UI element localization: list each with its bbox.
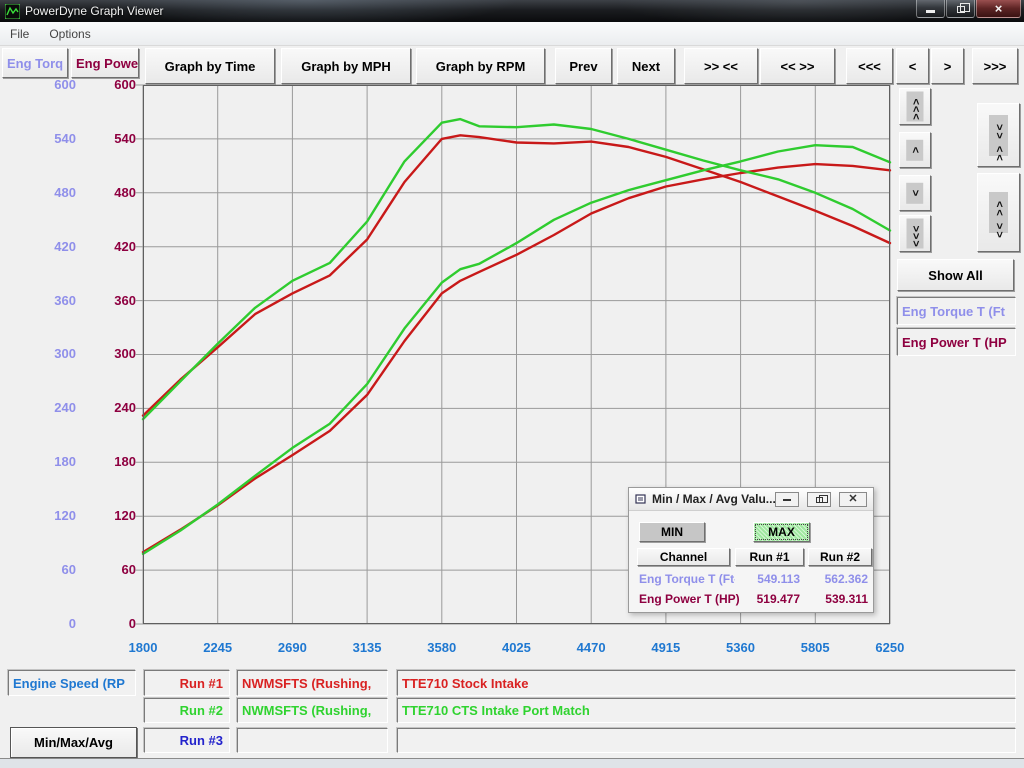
triple-chevron-down-icon: >>>: [907, 219, 924, 249]
x-tick-label: 5360: [723, 640, 759, 655]
y-axis-right-labels: 600540480420360300240180120600: [60, 78, 136, 631]
minmax-window: Min / Max / Avg Valu... ✕ MIN MAX Channe…: [628, 487, 874, 613]
minmaxavg-button[interactable]: Min/Max/Avg: [10, 727, 137, 758]
y-tick-label: 120: [60, 509, 136, 523]
restore-icon: [816, 497, 823, 503]
pan-up-fast-button[interactable]: <<<: [899, 88, 931, 125]
graph-by-rpm-button[interactable]: Graph by RPM: [416, 48, 545, 84]
zoom-in-x-button[interactable]: >> <<: [684, 48, 758, 84]
y-tick-label: 420: [60, 240, 136, 254]
scroll-far-right-button[interactable]: >>>: [972, 48, 1018, 84]
menu-file[interactable]: File: [0, 27, 39, 41]
minmax-value: 562.362: [808, 572, 868, 586]
y-tick-label: 360: [60, 294, 136, 308]
y-tick-label: 240: [60, 401, 136, 415]
y-tick-label: 300: [60, 347, 136, 361]
pan-down-button[interactable]: >: [899, 175, 931, 211]
x-tick-label: 1800: [125, 640, 161, 655]
minimize-button[interactable]: [916, 0, 945, 18]
x-tick-label: 4915: [648, 640, 684, 655]
x-tick-label: 4470: [573, 640, 609, 655]
min-toggle-button[interactable]: MIN: [639, 522, 705, 542]
chevrons-diverge-icon: << >>: [989, 192, 1008, 233]
minimize-icon: [926, 10, 935, 13]
x-tick-label: 5805: [797, 640, 833, 655]
minmax-title-bar[interactable]: Min / Max / Avg Valu... ✕: [629, 488, 873, 511]
x-channel-label: Engine Speed (RP: [8, 670, 136, 696]
scroll-right-button[interactable]: >: [931, 48, 964, 84]
minmax-close-button[interactable]: ✕: [839, 492, 867, 507]
chevron-down-icon: >: [907, 182, 924, 203]
minmax-value: 539.311: [808, 592, 868, 606]
pan-up-button[interactable]: <: [899, 132, 931, 168]
y-tick-label: 60: [60, 563, 136, 577]
minmax-header-run2[interactable]: Run #2: [808, 548, 872, 566]
prev-button[interactable]: Prev: [555, 48, 612, 84]
minmax-minimize-button[interactable]: [775, 492, 799, 507]
zoom-out-x-button[interactable]: << >>: [760, 48, 835, 84]
run1-description-field[interactable]: TTE710 Stock Intake: [397, 670, 1016, 696]
run2-file-field[interactable]: NWMSFTS (Rushing,: [237, 698, 388, 723]
minmax-header-channel[interactable]: Channel: [637, 548, 730, 566]
zoom-in-y-button[interactable]: >> <<: [977, 103, 1020, 167]
minmax-window-icon: [635, 493, 647, 505]
menu-options[interactable]: Options: [39, 27, 100, 41]
y-tick-label: 0: [60, 617, 136, 631]
close-button[interactable]: ×: [976, 0, 1021, 18]
scroll-left-button[interactable]: <: [896, 48, 929, 84]
chevrons-converge-icon: >> <<: [989, 115, 1008, 156]
pan-down-fast-button[interactable]: >>>: [899, 215, 931, 252]
restore-icon: [957, 6, 965, 13]
next-button[interactable]: Next: [617, 48, 675, 84]
run3-description-field[interactable]: [397, 728, 1016, 753]
y-tick-label: 600: [60, 78, 136, 92]
x-tick-label: 2690: [274, 640, 310, 655]
chevron-up-icon: <: [907, 139, 924, 160]
run1-file-field[interactable]: NWMSFTS (Rushing,: [237, 670, 388, 696]
minmax-restore-button[interactable]: [807, 492, 831, 507]
minmax-header-run1[interactable]: Run #1: [735, 548, 804, 566]
run3-file-field[interactable]: [237, 728, 388, 753]
x-tick-label: 3580: [424, 640, 460, 655]
torque-channel-label: Eng Torque T (Ft: [897, 297, 1016, 325]
minmax-row-channel: Eng Torque T (Ft-: [639, 572, 735, 586]
zoom-out-y-button[interactable]: << >>: [977, 173, 1020, 252]
minmax-value: 519.477: [735, 592, 800, 606]
y-tick-label: 540: [60, 132, 136, 146]
window-bottom-frame: [0, 758, 1024, 768]
max-toggle-button[interactable]: MAX: [753, 522, 810, 542]
run1-label: Run #1: [144, 670, 230, 696]
close-icon: ×: [995, 1, 1003, 16]
graph-by-time-button[interactable]: Graph by Time: [145, 48, 275, 84]
x-tick-label: 2245: [200, 640, 236, 655]
x-tick-label: 4025: [498, 640, 534, 655]
eng-power-axis-button[interactable]: Eng Powe: [71, 48, 139, 78]
eng-torque-axis-button[interactable]: Eng Torq: [2, 48, 68, 78]
run3-label: Run #3: [144, 728, 230, 753]
title-bar[interactable]: PowerDyne Graph Viewer ×: [0, 0, 1024, 22]
show-all-button[interactable]: Show All: [897, 259, 1014, 291]
maximize-button[interactable]: [946, 0, 975, 18]
app-icon: [5, 4, 20, 19]
minmax-window-title: Min / Max / Avg Valu...: [652, 492, 776, 506]
power-channel-label: Eng Power T (HP: [897, 328, 1016, 356]
run2-description-field[interactable]: TTE710 CTS Intake Port Match: [397, 698, 1016, 723]
triple-chevron-up-icon: <<<: [907, 92, 924, 122]
y-tick-label: 480: [60, 186, 136, 200]
menu-bar: File Options: [0, 22, 1024, 46]
run2-label: Run #2: [144, 698, 230, 723]
minimize-icon: [783, 499, 791, 501]
scroll-far-left-button[interactable]: <<<: [846, 48, 893, 84]
minmax-value: 549.113: [735, 572, 800, 586]
y-tick-label: 180: [60, 455, 136, 469]
window-title: PowerDyne Graph Viewer: [25, 4, 164, 18]
graph-by-mph-button[interactable]: Graph by MPH: [281, 48, 411, 84]
x-tick-label: 3135: [349, 640, 385, 655]
close-icon: ✕: [848, 494, 857, 505]
x-tick-label: 6250: [872, 640, 908, 655]
x-axis-labels: 1800 2245 2690 3135 3580 4025 4470 4915 5360 5805…: [125, 640, 908, 655]
